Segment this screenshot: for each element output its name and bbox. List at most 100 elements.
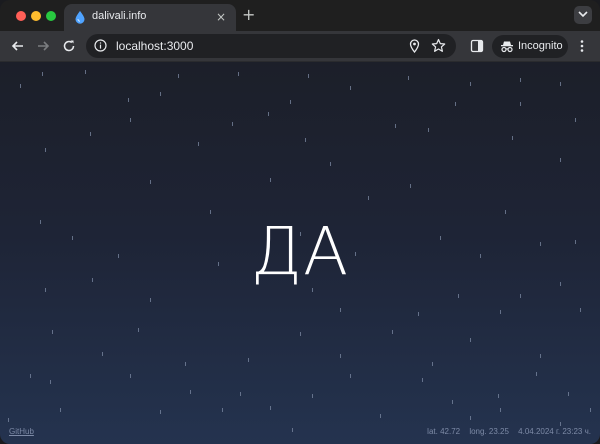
arrow-left-icon[interactable] — [10, 38, 26, 54]
rain-drop — [458, 294, 459, 298]
rain-drop — [395, 124, 396, 128]
reload-icon[interactable] — [61, 38, 77, 54]
side-panel-icon[interactable] — [470, 39, 484, 53]
rain-drop — [60, 408, 61, 412]
rain-drop — [128, 98, 129, 102]
window-maximize-button[interactable] — [46, 11, 56, 21]
kebab-menu-icon[interactable] — [579, 39, 585, 53]
rain-drop — [408, 76, 409, 80]
rain-drop — [498, 394, 499, 398]
browser-tab[interactable]: dalivali.info × — [64, 4, 236, 31]
rain-answer: ДА — [250, 213, 350, 290]
rain-drop — [470, 82, 471, 86]
water-drop-icon — [75, 11, 85, 24]
rain-drop — [292, 428, 293, 432]
rain-drop — [568, 392, 569, 396]
github-link[interactable]: GitHub — [9, 427, 34, 436]
rain-drop — [432, 362, 433, 366]
rain-drop — [470, 416, 471, 420]
rain-drop — [350, 86, 351, 90]
rain-drop — [150, 298, 151, 302]
arrow-right-icon[interactable] — [35, 38, 51, 54]
datetime-text: 4.04.2024 г. 23:23 ч. — [518, 427, 591, 436]
rain-drop — [160, 410, 161, 414]
rain-drop — [500, 408, 501, 412]
rain-drop — [455, 102, 456, 106]
rain-drop — [130, 374, 131, 378]
rain-drop — [520, 102, 521, 106]
rain-drop — [270, 178, 271, 182]
latitude-text: lat. 42.72 — [427, 427, 461, 436]
rain-drop — [90, 132, 91, 136]
tab-close-button[interactable]: × — [216, 10, 226, 24]
rain-drop — [340, 354, 341, 358]
incognito-badge[interactable]: Incognito — [492, 35, 568, 58]
rain-drop — [452, 400, 453, 404]
rain-drop — [198, 142, 199, 146]
longitude-text: long. 23.25 — [469, 427, 509, 436]
rain-drop — [45, 148, 46, 152]
rain-drop — [8, 418, 9, 422]
rain-drop — [240, 392, 241, 396]
rain-drop — [160, 92, 161, 96]
rain-drop — [350, 374, 351, 378]
chevron-down-icon — [578, 11, 588, 18]
window-minimize-button[interactable] — [31, 11, 41, 21]
rain-drop — [380, 414, 381, 418]
rain-drop — [368, 196, 369, 200]
rain-drop — [102, 352, 103, 356]
rain-drop — [500, 310, 501, 314]
rain-drop — [312, 394, 313, 398]
location-pin-icon[interactable] — [409, 39, 420, 53]
browser-window: dalivali.info × + localhost:3000 Incogni… — [0, 0, 600, 444]
rain-drop — [130, 118, 131, 122]
rain-drop — [290, 100, 291, 104]
browser-toolbar: localhost:3000 Incognito — [0, 31, 600, 62]
rain-drop — [512, 136, 513, 140]
rain-drop — [305, 138, 306, 142]
rain-drop — [190, 390, 191, 394]
rain-drop — [575, 118, 576, 122]
rain-drop — [580, 308, 581, 312]
url-text: localhost:3000 — [116, 39, 194, 53]
location-footer: lat. 42.72 long. 23.25 4.04.2024 г. 23:2… — [420, 427, 591, 436]
star-icon[interactable] — [431, 38, 446, 53]
rain-drop — [300, 332, 301, 336]
rain-drop — [150, 180, 151, 184]
rain-drop — [270, 406, 271, 410]
rain-drop — [470, 338, 471, 342]
rain-drop — [268, 112, 269, 116]
rain-drop — [52, 330, 53, 334]
incognito-icon — [501, 41, 513, 53]
rain-drop — [428, 128, 429, 132]
rain-drop — [560, 422, 561, 426]
tab-title: dalivali.info — [92, 10, 147, 22]
rain-drop — [540, 354, 541, 358]
rain-drop — [422, 378, 423, 382]
weather-page: ДА GitHub lat. 42.72 long. 23.25 4.04.20… — [0, 62, 600, 444]
window-close-button[interactable] — [16, 11, 26, 21]
rain-drop — [20, 84, 21, 88]
rain-drop — [560, 82, 561, 86]
rain-drop — [418, 312, 419, 316]
new-tab-button[interactable]: + — [242, 6, 255, 24]
rain-drop — [232, 122, 233, 126]
rain-drop — [590, 408, 591, 412]
rain-drop — [340, 308, 341, 312]
rain-drop — [248, 358, 249, 362]
info-icon[interactable] — [94, 39, 107, 52]
tab-search-button[interactable] — [574, 6, 592, 24]
tab-strip: dalivali.info × + — [0, 0, 600, 31]
rain-drop — [308, 74, 309, 78]
rain-drop — [330, 162, 331, 166]
incognito-label: Incognito — [518, 40, 563, 52]
address-bar[interactable]: localhost:3000 — [86, 34, 456, 58]
rain-drop — [30, 374, 31, 378]
rain-drop — [85, 70, 86, 74]
rain-drop — [42, 72, 43, 76]
rain-drop — [520, 294, 521, 298]
rain-drop — [185, 362, 186, 366]
rain-drop — [238, 72, 239, 76]
rain-drop — [410, 184, 411, 188]
rain-drop — [222, 408, 223, 412]
